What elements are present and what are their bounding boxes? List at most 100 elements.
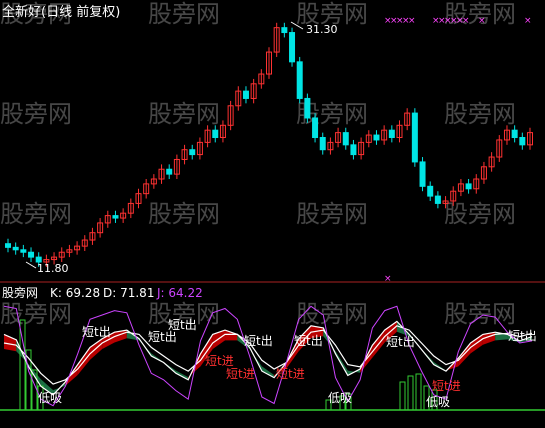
candle [97,218,104,238]
candlestick-series [5,22,533,267]
candle [258,69,265,89]
candle [480,161,487,184]
watermark-text: 股旁网 [148,200,220,228]
candle [127,198,134,219]
watermark-text: 股旁网 [0,100,72,128]
candle [519,132,526,150]
watermark-text: 股旁网 [296,300,368,328]
signal-label: 短t出 [294,334,323,348]
candle [196,137,203,160]
candle [289,27,296,67]
candle [304,93,311,123]
candle [219,120,226,143]
watermark-text: 股旁网 [444,300,516,328]
candle [312,113,319,143]
candle [58,247,65,262]
candle [419,157,426,192]
signal-marker: × [478,16,486,26]
indicator-band [89,338,103,360]
candle [342,127,349,150]
candle [273,22,280,57]
candle [74,241,81,255]
stock-chart: 股旁网 股旁网 股旁网 股旁网股旁网 股旁网 股旁网 股旁网股旁网 股旁网 股旁网 股旁网股旁网股… [0,0,545,411]
candle [242,86,249,104]
high-price-label: 31.30 [306,23,338,36]
candle [358,137,365,160]
candle [465,179,472,194]
candle [427,181,434,201]
candle [381,125,388,145]
candle [20,244,27,258]
candle [143,179,150,199]
watermark-text: 股旁网 [148,0,220,28]
signal-label: 短t出 [386,335,415,349]
low-price-label: 11.80 [37,262,69,275]
candle [496,135,503,162]
candle [120,208,127,223]
candle [150,174,157,189]
candle [473,174,480,194]
watermark-text: 股旁网 [0,300,72,328]
watermark-text: 股旁网 [444,200,516,228]
candle [12,242,19,255]
candle [281,22,288,38]
watermark-text: 股旁网 [444,100,516,128]
candle [350,139,357,160]
signal-label: 低吸 [426,395,450,409]
signal-label: 短t出 [148,330,177,344]
signal-marker: × [462,16,470,26]
d-value-label: D: 71.81 [103,286,154,300]
signal-label: 短t进 [226,367,255,381]
signal-label: 短t出 [82,325,111,339]
candle [81,235,88,252]
watermark-text: 股旁网 [148,100,220,128]
candle [28,247,35,262]
k-value-label: K: 69.28 [50,286,100,300]
candle [235,86,242,111]
candle [335,127,342,148]
candle [434,191,441,209]
candle [166,164,173,180]
volume-bar [399,381,406,411]
candle [373,130,380,145]
signal-label: 短t出 [168,318,197,332]
volume-bar [415,373,422,411]
watermark-text: 股旁网 [0,200,72,228]
candle [5,238,11,253]
candle [112,210,119,223]
candle [327,137,334,155]
indicator-band [470,334,483,354]
candle [296,56,303,104]
indicator-name: 股旁网 [2,285,38,300]
candle [227,100,234,131]
chart-title: 全新好(日线 前复权) [2,4,120,20]
candle [158,164,165,184]
candle [204,125,211,148]
signal-label: 短t进 [276,367,305,381]
watermark-text: 股旁网 [296,200,368,228]
volume-bar [407,375,414,411]
signal-marker: × [524,16,532,26]
candle [527,127,533,150]
candle [503,125,510,145]
signal-label: 短t进 [432,379,461,393]
candle [319,132,326,155]
signal-label: 低吸 [328,391,352,405]
candle [488,152,495,172]
signal-marker: × [408,16,416,26]
candle [89,227,96,245]
signal-label: 短t出 [244,334,273,348]
indicator-band [212,330,226,350]
candle [250,78,257,104]
signal-label: 低吸 [38,391,62,405]
candle [396,120,403,143]
candle [135,188,142,209]
candle [404,108,411,131]
signal-label: 短t出 [508,329,537,343]
candle [66,244,73,258]
candle [173,154,180,180]
candle [189,144,196,160]
low-annotation: 11.80 [25,261,69,275]
candle [388,125,395,143]
candle [266,47,272,79]
